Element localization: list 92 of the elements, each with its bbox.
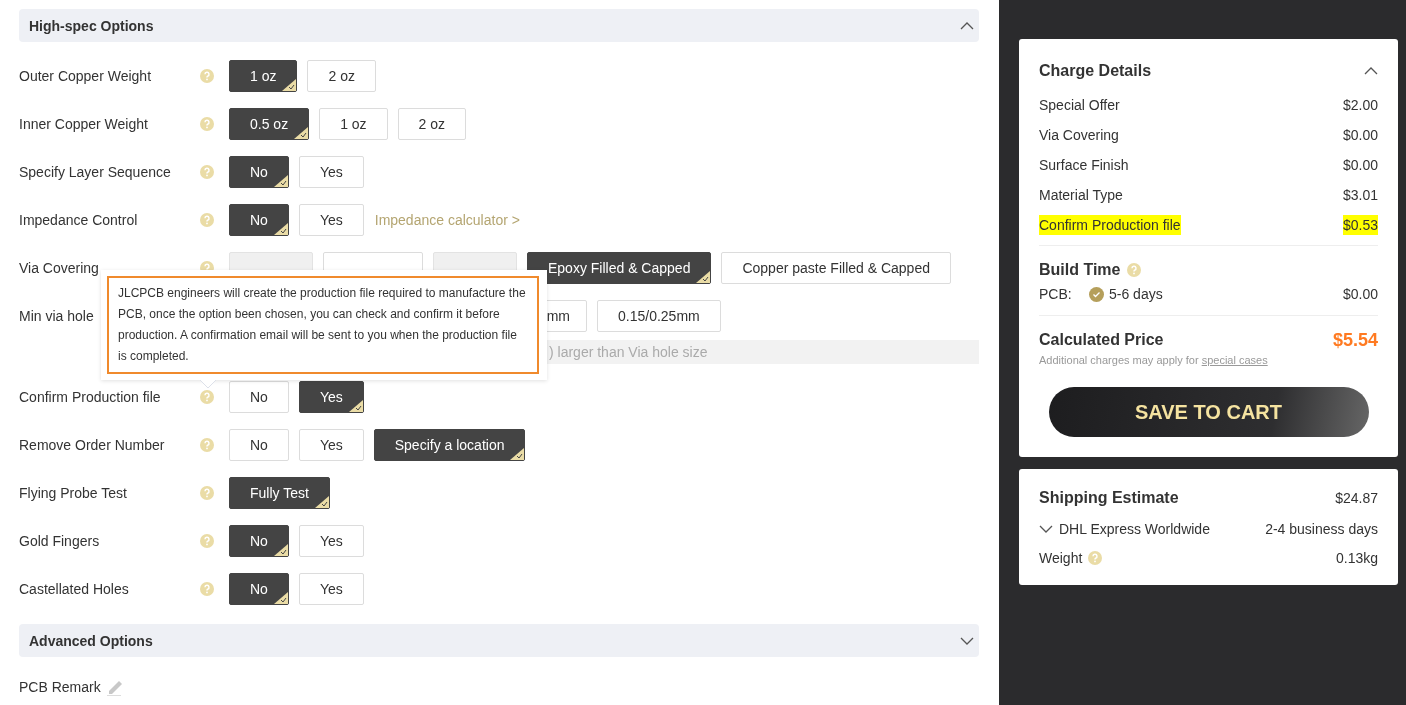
shipping-method[interactable]: DHL Express Worldwide xyxy=(1059,518,1210,539)
card-title: Shipping Estimate xyxy=(1039,487,1179,508)
option-button[interactable]: Epoxy Filled & Capped xyxy=(527,252,712,284)
remark-label: PCB Remark xyxy=(19,678,101,697)
option-button[interactable]: Yes xyxy=(298,573,364,605)
option-label: Outer Copper Weight xyxy=(19,68,152,84)
option-button[interactable]: 1 oz xyxy=(229,60,298,92)
tooltip-text: JLCPCB engineers will create the production file required to manufacture the PCB, once the option been chosen, you can check and confirm it before production. A confirmation email will be sent to you when the production file is completed. xyxy=(118,285,527,365)
option-button[interactable]: Specify a location xyxy=(373,429,526,461)
check-icon xyxy=(282,79,297,91)
charge-amount: $0.00 xyxy=(1342,126,1378,145)
build-label: PCB: xyxy=(1039,285,1073,304)
option-button[interactable]: No xyxy=(229,573,289,605)
option-button[interactable]: Yes xyxy=(298,204,364,236)
check-icon xyxy=(273,175,288,187)
help-icon[interactable] xyxy=(200,117,214,131)
option-button[interactable]: No xyxy=(229,429,289,461)
option-button[interactable]: No xyxy=(229,381,289,413)
help-icon[interactable] xyxy=(200,69,214,83)
charge-amount: $2.00 xyxy=(1342,96,1378,115)
option-button[interactable]: No xyxy=(229,156,289,188)
option-button[interactable]: Yes xyxy=(298,429,364,461)
check-icon xyxy=(273,223,288,235)
section-title: High-spec Options xyxy=(29,16,154,36)
option-label: Inner Copper Weight xyxy=(19,116,148,132)
charge-label: Surface Finish xyxy=(1039,156,1129,175)
hint-text: ) larger than Via hole size xyxy=(549,343,708,362)
charge-amount: $0.00 xyxy=(1342,156,1378,175)
build-amount: $0.00 xyxy=(1342,285,1378,304)
option-label: Min via hole xyxy=(19,308,94,324)
chevron-icon[interactable] xyxy=(960,21,974,30)
option-button[interactable]: No xyxy=(229,525,289,557)
option-button[interactable]: No xyxy=(229,204,289,236)
option-label: Impedance Control xyxy=(19,212,138,228)
option-button[interactable]: 0.5 oz xyxy=(229,108,310,140)
option-button[interactable]: 1 oz xyxy=(319,108,388,140)
pencil-icon[interactable] xyxy=(106,678,123,696)
option-label: Remove Order Number xyxy=(19,437,165,453)
charge-amount: $0.53 xyxy=(1342,215,1378,235)
help-icon[interactable] xyxy=(200,486,214,500)
card-title: Build Time xyxy=(1039,260,1121,280)
help-icon[interactable] xyxy=(200,438,214,452)
help-icon[interactable] xyxy=(1126,263,1141,277)
card-title: Charge Details xyxy=(1039,61,1152,81)
help-icon[interactable] xyxy=(200,213,214,227)
charge-label: Via Covering xyxy=(1039,126,1119,145)
check-icon xyxy=(273,592,288,604)
shipping-time: 2-4 business days xyxy=(1265,519,1378,539)
price-note: Additional charges may apply for xyxy=(1039,354,1199,366)
check-icon xyxy=(348,400,363,412)
option-button[interactable]: Yes xyxy=(298,156,364,188)
help-icon[interactable] xyxy=(1088,550,1103,565)
option-label: Specify Layer Sequence xyxy=(19,164,171,180)
option-label: Gold Fingers xyxy=(19,533,100,549)
option-button[interactable]: 0.15/0.25mm xyxy=(597,300,721,332)
check-icon xyxy=(510,448,525,460)
help-icon[interactable] xyxy=(200,390,214,404)
charge-label: Material Type xyxy=(1039,186,1123,205)
charge-label: Special Offer xyxy=(1039,96,1120,115)
weight-label: Weight xyxy=(1039,548,1083,568)
chevron-icon[interactable] xyxy=(1039,524,1053,533)
chevron-icon[interactable] xyxy=(1364,67,1378,75)
option-label: Castellated Holes xyxy=(19,581,129,597)
option-button[interactable]: 2 oz xyxy=(307,60,376,92)
check-icon xyxy=(696,271,711,283)
section-title: Advanced Options xyxy=(29,631,153,651)
option-button[interactable]: Yes xyxy=(298,381,364,413)
option-label: Flying Probe Test xyxy=(19,485,127,501)
section-header[interactable]: Advanced Options xyxy=(19,624,979,657)
check-icon xyxy=(294,127,309,139)
charge-label: Confirm Production file xyxy=(1039,215,1181,235)
section-header[interactable]: High-spec Options xyxy=(19,9,979,42)
option-button[interactable]: Copper paste Filled & Capped xyxy=(721,252,951,284)
option-label: Via Covering xyxy=(19,260,99,276)
check-icon xyxy=(273,544,288,556)
option-label: Confirm Production file xyxy=(19,389,161,405)
option-button[interactable]: 2 oz xyxy=(397,108,467,140)
save-to-cart-button[interactable]: SAVE TO CART xyxy=(1048,386,1369,437)
check-icon xyxy=(314,496,329,508)
help-icon[interactable] xyxy=(200,165,214,179)
option-button[interactable]: Yes xyxy=(298,525,364,557)
weight-value: 0.13kg xyxy=(1335,548,1378,568)
help-icon[interactable] xyxy=(200,582,214,596)
help-icon[interactable] xyxy=(200,534,214,548)
build-option: 5-6 days xyxy=(1109,284,1163,304)
option-button[interactable]: Fully Test xyxy=(229,477,330,509)
card-title: Calculated Price xyxy=(1039,330,1164,350)
shipping-amount: $24.87 xyxy=(1335,488,1378,508)
check-circle-icon[interactable] xyxy=(1089,286,1104,302)
chevron-icon[interactable] xyxy=(960,636,974,645)
charge-amount: $3.01 xyxy=(1342,186,1378,205)
total-price: $5.54 xyxy=(1332,329,1378,352)
